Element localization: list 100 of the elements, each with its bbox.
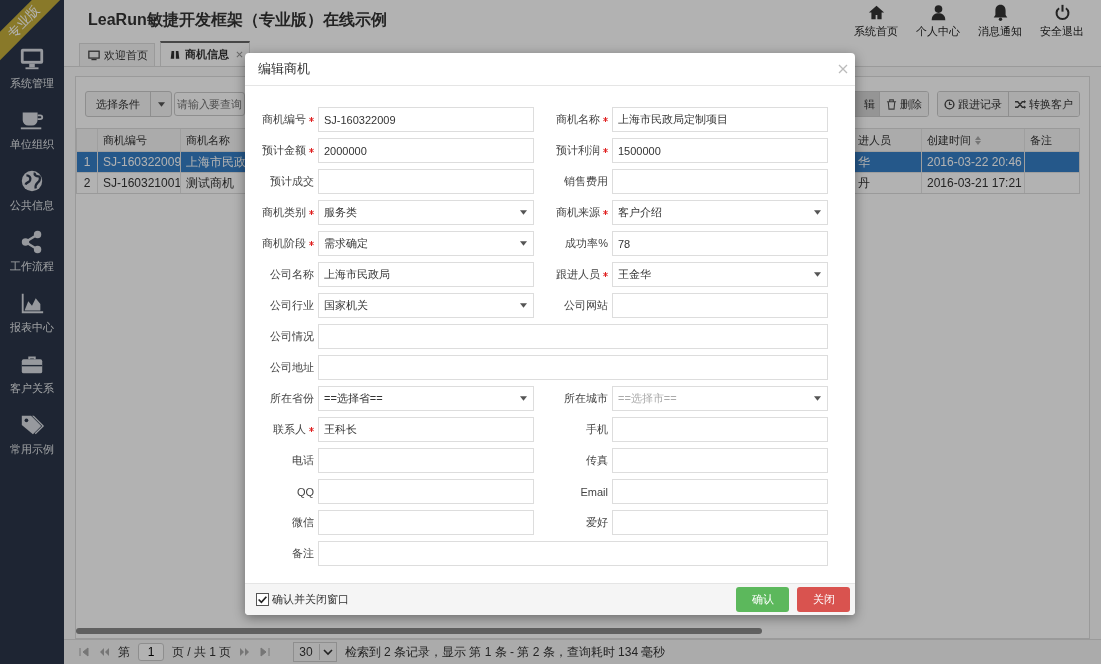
input-field[interactable] bbox=[318, 479, 534, 504]
field-label: 公司行业 bbox=[270, 298, 314, 313]
caret-icon bbox=[814, 272, 821, 277]
input-field[interactable]: SJ-160322009 bbox=[318, 107, 534, 132]
select-field[interactable]: 王金华 bbox=[612, 262, 828, 287]
filter-dropdown[interactable]: 选择条件 bbox=[85, 91, 172, 117]
select-field[interactable]: 客户介绍 bbox=[612, 200, 828, 225]
clock-icon bbox=[944, 98, 955, 110]
horizontal-scrollbar[interactable] bbox=[76, 628, 762, 634]
caret-icon bbox=[520, 210, 527, 215]
page-size-select[interactable]: 30 bbox=[293, 642, 337, 662]
bell-icon bbox=[991, 3, 1009, 21]
input-field[interactable] bbox=[318, 448, 534, 473]
select-field[interactable]: ==选择省== bbox=[318, 386, 534, 411]
monitor-icon bbox=[19, 46, 45, 72]
header-action[interactable]: 消息通知 bbox=[969, 3, 1031, 39]
close-button[interactable]: 关闭 bbox=[797, 587, 850, 612]
caret-icon bbox=[520, 241, 527, 246]
field-label: QQ bbox=[296, 485, 314, 498]
input-field[interactable] bbox=[318, 324, 828, 349]
sidebar-item[interactable]: 工作流程 bbox=[0, 221, 64, 282]
field-label: 手机 bbox=[586, 422, 608, 437]
field-label: 电话 bbox=[292, 453, 314, 468]
app-title: LeaRun敏捷开发框架（专业版）在线示例 bbox=[88, 9, 387, 30]
input-field[interactable] bbox=[318, 355, 828, 380]
input-field[interactable]: 2000000 bbox=[318, 138, 534, 163]
field-label: 公司网站 bbox=[564, 298, 608, 313]
caret-icon bbox=[520, 303, 527, 308]
field-label: 传真 bbox=[586, 453, 608, 468]
previous-page-icon[interactable] bbox=[98, 647, 110, 657]
last-page-icon[interactable] bbox=[259, 647, 272, 657]
next-page-icon[interactable] bbox=[239, 647, 252, 657]
field-label: 所在城市 bbox=[564, 391, 608, 406]
toolbar-button[interactable]: 转换客户 bbox=[1008, 92, 1079, 116]
field-label: Email bbox=[580, 485, 608, 498]
select-field[interactable]: 国家机关 bbox=[318, 293, 534, 318]
input-field[interactable] bbox=[612, 479, 828, 504]
sidebar-item[interactable]: 公共信息 bbox=[0, 160, 64, 221]
search-field[interactable]: 请输入要查询 bbox=[174, 92, 245, 116]
page-number-field[interactable]: 1 bbox=[138, 643, 164, 661]
pager-label: 页 / 共 1 页 bbox=[172, 643, 232, 661]
sort-icon[interactable] bbox=[975, 135, 981, 145]
input-field[interactable] bbox=[612, 510, 828, 535]
sidebar-item[interactable]: 报表中心 bbox=[0, 282, 64, 343]
field-label: 商机名称 bbox=[556, 112, 600, 127]
toolbar-button[interactable]: 跟进记录 bbox=[938, 92, 1008, 116]
input-field[interactable]: 王科长 bbox=[318, 417, 534, 442]
select-field[interactable]: 需求确定 bbox=[318, 231, 534, 256]
field-label: 公司情况 bbox=[270, 329, 314, 344]
table-cell: 2016-03-22 20:46 bbox=[921, 152, 1024, 172]
toolbar-button[interactable]: 删除 bbox=[879, 92, 928, 116]
sidebar-item[interactable]: 单位组织 bbox=[0, 99, 64, 160]
input-field[interactable] bbox=[318, 541, 828, 566]
pager-summary: 检索到 2 条记录，显示 第 1 条 - 第 2 条，查询耗时 134 毫秒 bbox=[344, 643, 666, 661]
input-field[interactable] bbox=[612, 169, 828, 194]
field-label: 跟进人员 bbox=[556, 267, 600, 282]
field-label: 所在省份 bbox=[270, 391, 314, 406]
first-page-icon[interactable] bbox=[78, 647, 90, 657]
checkbox[interactable] bbox=[256, 593, 269, 606]
field-label: 商机类别 bbox=[262, 205, 306, 220]
close-icon[interactable] bbox=[236, 51, 243, 58]
field-label: 联系人 bbox=[273, 422, 306, 437]
input-field[interactable]: 上海市民政局 bbox=[318, 262, 534, 287]
pager-label: 第 bbox=[118, 643, 130, 661]
field-label: 公司名称 bbox=[270, 267, 314, 282]
caret-icon bbox=[814, 396, 821, 401]
input-field[interactable] bbox=[318, 510, 534, 535]
field-label: 商机编号 bbox=[262, 112, 306, 127]
row-number: 2 bbox=[82, 175, 92, 192]
caret-icon bbox=[318, 644, 336, 660]
row-number: 1 bbox=[82, 154, 92, 171]
dialog-title: 编辑商机 bbox=[258, 60, 310, 78]
input-field[interactable]: 78 bbox=[612, 231, 828, 256]
close-icon[interactable] bbox=[838, 64, 848, 74]
input-field[interactable] bbox=[318, 169, 534, 194]
shuffle-icon bbox=[1015, 98, 1026, 110]
table-cell: SJ-160322009 bbox=[97, 152, 180, 172]
input-field[interactable]: 上海市民政局定制项目 bbox=[612, 107, 828, 132]
input-field[interactable] bbox=[612, 293, 828, 318]
header-action[interactable]: 系统首页 bbox=[845, 3, 907, 39]
table-cell: SJ-160321001 bbox=[97, 173, 180, 193]
trash-icon bbox=[886, 98, 897, 110]
field-label: 备注 bbox=[292, 546, 314, 561]
power-icon bbox=[1053, 3, 1071, 21]
header-action[interactable]: 安全退出 bbox=[1031, 3, 1093, 39]
page-tab[interactable]: 商机信息 bbox=[160, 41, 250, 66]
field-label: 商机来源 bbox=[556, 205, 600, 220]
input-field[interactable] bbox=[612, 417, 828, 442]
header-action[interactable]: 个人中心 bbox=[907, 3, 969, 39]
confirm-close-checkbox[interactable]: 确认并关闭窗口 bbox=[256, 592, 349, 607]
select-field[interactable]: 服务类 bbox=[318, 200, 534, 225]
field-label: 预计成交 bbox=[270, 174, 314, 189]
field-label: 成功率% bbox=[565, 236, 608, 251]
page-tab[interactable]: 欢迎首页 bbox=[79, 43, 155, 66]
sidebar-item[interactable]: 常用示例 bbox=[0, 404, 64, 465]
sidebar-item[interactable]: 客户关系 bbox=[0, 343, 64, 404]
globe-icon bbox=[19, 168, 45, 194]
input-field[interactable]: 1500000 bbox=[612, 138, 828, 163]
input-field[interactable] bbox=[612, 448, 828, 473]
field-label: 爱好 bbox=[586, 515, 608, 530]
